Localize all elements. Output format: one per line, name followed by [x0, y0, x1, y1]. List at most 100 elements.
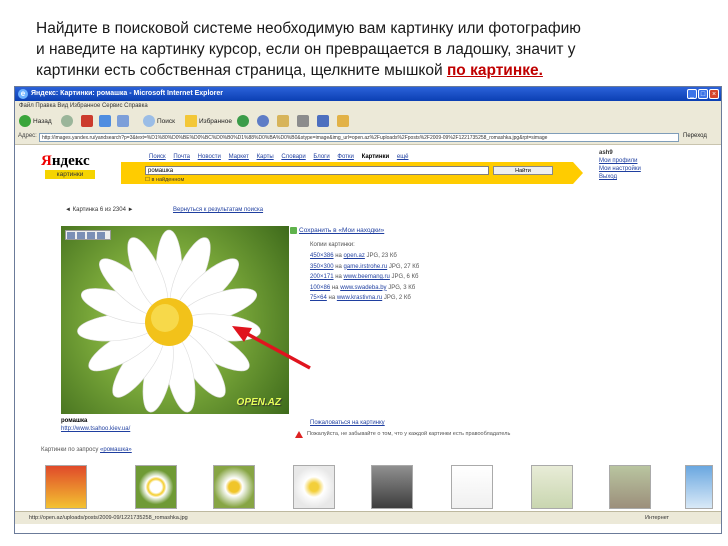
menu-items[interactable]: Файл Правка Вид Избранное Сервис Справка — [15, 103, 148, 109]
maximize-button[interactable]: □ — [698, 89, 708, 99]
word-icon — [317, 115, 329, 128]
copy-size[interactable]: 200×171 — [310, 274, 334, 280]
image-toolbar[interactable] — [65, 230, 111, 240]
title-bar: e Яндекс: Картинки: ромашка - Microsoft … — [15, 87, 721, 101]
similar-query-link[interactable]: «ромашка» — [100, 447, 132, 453]
copy-info: JPG, 6 Кб — [389, 274, 419, 280]
print-button[interactable] — [297, 115, 311, 129]
nav-market[interactable]: Маркет — [229, 154, 249, 160]
save-to-finds-link[interactable]: Сохранить в «Мои находки» — [299, 227, 384, 234]
copy-size[interactable]: 450×386 — [310, 253, 334, 259]
copy-site[interactable]: open.az — [344, 253, 365, 259]
thumbnail[interactable] — [451, 465, 493, 509]
user-link-exit[interactable]: Выход — [599, 173, 641, 181]
image-pager[interactable]: ◄ Картинка 6 из 2304 ► — [65, 207, 134, 213]
copy-item[interactable]: 200×171 на www.beemang.ru JPG, 6 Кб — [310, 272, 419, 283]
nav-photos[interactable]: Фотки — [337, 154, 354, 160]
copy-item[interactable]: 100×86 на www.swadeba.by JPG, 3 Кб — [310, 283, 419, 294]
daisy-image — [77, 229, 261, 413]
thumbnail[interactable] — [685, 465, 713, 509]
copyright-warning: Пожалуйста, не забывайте о том, что у ка… — [307, 431, 511, 437]
copy-item[interactable]: 350×300 на game.irstrohe.ru JPG, 27 Кб — [310, 262, 419, 273]
copy-size[interactable]: 75×64 — [310, 295, 327, 301]
back-to-results-link[interactable]: Вернуться к результатам поиска — [173, 207, 263, 213]
copy-item[interactable]: 450×386 на open.az JPG, 23 Кб — [310, 251, 419, 262]
nav-mail[interactable]: Почта — [173, 154, 190, 160]
user-link-settings[interactable]: Мои настройки — [599, 165, 641, 173]
history-icon — [257, 115, 269, 128]
discuss-button[interactable] — [337, 115, 351, 129]
copy-site[interactable]: www.swadeba.by — [340, 285, 386, 291]
media-button[interactable] — [237, 115, 251, 129]
thumbnail[interactable] — [135, 465, 177, 509]
copy-site[interactable]: www.beemang.ru — [344, 274, 390, 280]
close-button[interactable]: × — [709, 89, 719, 99]
mail-icon — [277, 115, 289, 128]
history-button[interactable] — [257, 115, 271, 129]
search-button-toolbar[interactable]: Поиск — [143, 115, 175, 129]
checkbox-label: в найденном — [151, 177, 185, 183]
thumbnail[interactable] — [45, 465, 87, 509]
nav-blogs[interactable]: Блоги — [313, 154, 329, 160]
image-source-link[interactable]: http://www.tsahoo.kiev.ua/ — [61, 425, 130, 433]
user-link-profiles[interactable]: Мои профили — [599, 157, 641, 165]
copy-size[interactable]: 100×86 — [310, 285, 330, 291]
thumbnail[interactable] — [371, 465, 413, 509]
thumbnail[interactable] — [293, 465, 335, 509]
nav-dictionaries[interactable]: Словари — [281, 154, 305, 160]
copy-info: JPG, 3 Кб — [386, 284, 416, 291]
forward-button[interactable] — [61, 115, 75, 129]
back-button[interactable]: Назад — [19, 115, 52, 129]
yandex-logo[interactable]: Яндекс — [41, 153, 90, 170]
photo-watermark: OPEN.AZ — [236, 397, 281, 408]
nav-maps[interactable]: Карты — [257, 154, 274, 160]
thumbnail[interactable] — [213, 465, 255, 509]
address-bar: Адрес: http://images.yandex.ru/yandsearc… — [15, 132, 721, 145]
address-label: Адрес: — [18, 133, 37, 139]
stop-button[interactable] — [81, 115, 95, 129]
thumbnail-strip — [35, 462, 721, 514]
logo-service-name[interactable]: картинки — [45, 170, 95, 179]
go-button[interactable]: Переход — [683, 133, 707, 139]
search-in-found-checkbox[interactable]: ☐ в найденном — [145, 177, 184, 183]
copy-site[interactable]: game.irstrohe.ru — [344, 264, 388, 270]
copy-item[interactable]: 75×64 на www.krastivna.ru JPG, 2 Кб — [310, 293, 419, 304]
warning-icon — [295, 431, 303, 438]
edit-button[interactable] — [317, 115, 331, 129]
instruction-line-3-text: картинки есть собственная страница, щелк… — [36, 62, 447, 79]
star-icon — [185, 115, 197, 128]
browser-window: e Яндекс: Картинки: ромашка - Microsoft … — [14, 86, 722, 534]
home-button[interactable] — [117, 115, 131, 129]
address-input[interactable]: http://images.yandex.ru/yandsearch?p=3&t… — [39, 133, 679, 142]
refresh-button[interactable] — [99, 115, 113, 129]
mail-button[interactable] — [277, 115, 291, 129]
copy-size[interactable]: 350×300 — [310, 264, 334, 270]
instruction-line-1: Найдите в поисковой системе необходимую … — [36, 20, 581, 37]
image-title: ромашка — [61, 418, 88, 424]
favorites-button[interactable]: Избранное — [185, 115, 232, 129]
folder-icon — [97, 232, 105, 239]
copy-info: JPG, 27 Кб — [387, 263, 420, 270]
chamomile-photo[interactable]: OPEN.AZ — [61, 226, 289, 414]
page-content: Яндекс картинки Поиск Почта Новости Марк… — [15, 145, 721, 511]
menu-bar[interactable]: Файл Правка Вид Избранное Сервис Справка — [15, 101, 721, 112]
nav-more[interactable]: ещё — [397, 154, 409, 160]
thumbnail[interactable] — [609, 465, 651, 509]
complain-link[interactable]: Пожаловаться на картинку — [310, 420, 385, 426]
thumbnail[interactable] — [531, 465, 573, 509]
copy-site[interactable]: www.krastivna.ru — [337, 295, 382, 301]
nav-search[interactable]: Поиск — [149, 154, 166, 160]
mail-icon — [87, 232, 95, 239]
status-bar: http://open.az/uploads/posts/2009-09/122… — [15, 511, 721, 524]
magnifier-icon — [143, 115, 155, 128]
search-input[interactable]: ромашка — [145, 166, 489, 175]
service-nav: Поиск Почта Новости Маркет Карты Словари… — [149, 154, 414, 160]
image-caption: ромашка http://www.tsahoo.kiev.ua/ — [61, 417, 130, 433]
copies-heading: Копии картинки: — [310, 242, 355, 248]
printer-icon — [297, 115, 309, 128]
minimize-button[interactable]: _ — [687, 89, 697, 99]
similar-heading: Картинки по запросу «ромашка» — [41, 447, 132, 453]
search-button[interactable]: Найти — [493, 166, 553, 175]
copy-info: JPG, 2 Кб — [382, 295, 411, 301]
nav-news[interactable]: Новости — [198, 154, 221, 160]
